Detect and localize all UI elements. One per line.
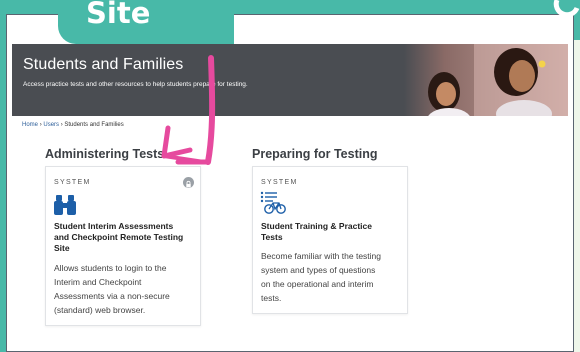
pink-arrow-annotation	[161, 55, 216, 165]
